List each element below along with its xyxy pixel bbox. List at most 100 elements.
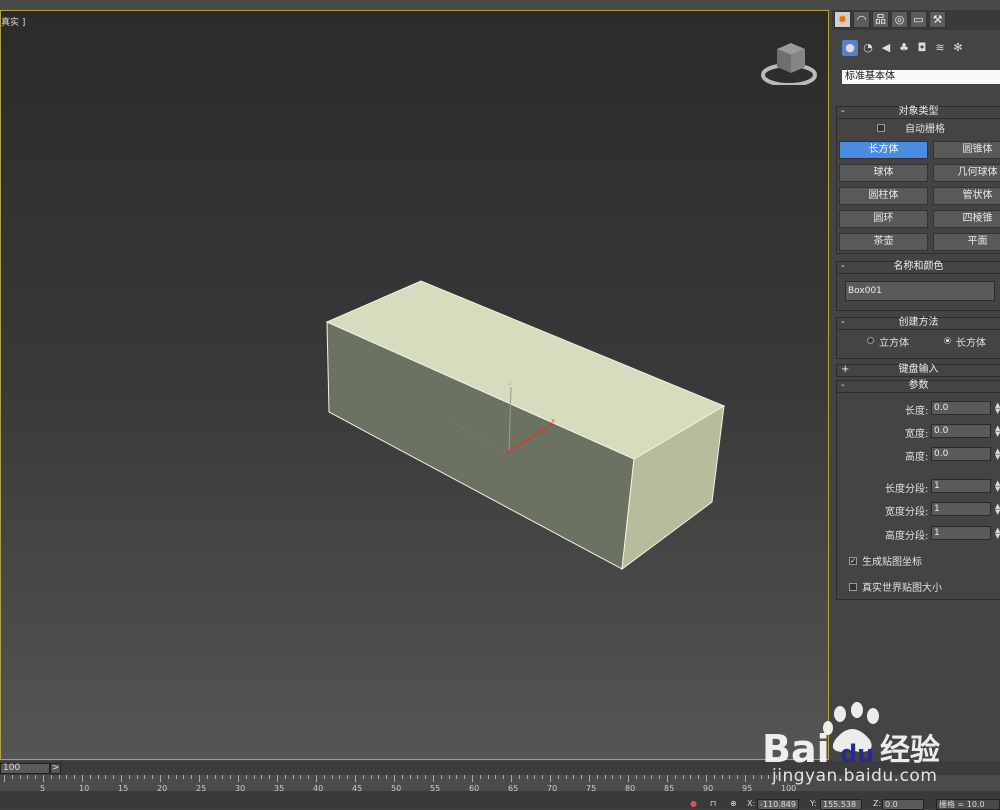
key-icon[interactable]: ● <box>690 799 697 808</box>
ruler-tick <box>737 775 739 779</box>
ruler-tick <box>542 775 544 779</box>
plane-button[interactable]: 平面 <box>933 233 1000 251</box>
ruler-tick <box>604 775 606 779</box>
tab-motion[interactable]: ◎ <box>891 11 908 28</box>
ruler-tick <box>417 775 419 779</box>
gen-mapping-checkbox[interactable]: ✓ <box>849 557 857 565</box>
x-axis-label: x <box>551 417 555 425</box>
ruler-tick <box>659 775 661 779</box>
shapes-icon[interactable]: ◔ <box>860 40 876 56</box>
sphere-button[interactable]: 球体 <box>839 164 928 182</box>
y-coord-field[interactable]: 155.538 <box>820 799 862 810</box>
viewcube[interactable] <box>761 35 821 85</box>
ruler-tick <box>401 775 403 779</box>
object-name-field[interactable]: Box001 <box>845 281 995 301</box>
absolute-mode-icon[interactable]: ⊕ <box>730 799 737 808</box>
length-segs-field[interactable]: 1 <box>931 479 991 493</box>
height-spinner[interactable]: ▲ ▼ <box>995 448 1000 461</box>
time-slider[interactable]: 100 <box>0 763 50 774</box>
height-segs-field[interactable]: 1 <box>931 526 991 540</box>
cameras-icon[interactable]: ♣ <box>896 40 912 56</box>
keyboard-entry-header[interactable]: + 键盘输入 <box>837 365 1000 376</box>
ruler-tick <box>339 775 341 779</box>
teapot-button[interactable]: 茶壶 <box>839 233 928 251</box>
torus-button[interactable]: 圆环 <box>839 210 928 228</box>
spacewarps-icon[interactable]: ≋ <box>932 40 948 56</box>
helpers-icon[interactable]: ◘ <box>914 40 930 56</box>
ruler-tick <box>667 775 668 782</box>
ruler-tick <box>487 775 489 779</box>
ruler-tick <box>448 775 450 779</box>
creation-method-header[interactable]: - 创建方法 <box>837 318 1000 330</box>
ruler-tick <box>682 775 684 779</box>
width-spinner[interactable]: ▲ ▼ <box>995 425 1000 438</box>
z-coord-field[interactable]: 0.0 <box>882 799 924 810</box>
tab-utilities[interactable]: ⚒ <box>929 11 946 28</box>
ruler-tick <box>472 775 473 782</box>
ruler-tick <box>89 775 91 779</box>
ruler-tick <box>222 775 224 779</box>
ruler-tick <box>628 775 629 782</box>
geometry-icon[interactable]: ● <box>842 40 858 56</box>
autogrid-checkbox[interactable] <box>877 124 885 132</box>
real-world-checkbox[interactable] <box>849 583 857 591</box>
next-frame-button[interactable]: > <box>50 763 61 774</box>
cube-radio[interactable] <box>867 337 874 344</box>
name-color-header[interactable]: - 名称和颜色 <box>837 262 1000 274</box>
ruler-tick <box>261 775 263 779</box>
tab-hierarchy[interactable]: 品 <box>872 11 889 28</box>
tab-create[interactable]: ✸ <box>834 11 851 28</box>
cylinder-button[interactable]: 圆柱体 <box>839 187 928 205</box>
width-segs-spinner[interactable]: ▲ ▼ <box>995 503 1000 516</box>
ruler-tick <box>409 775 411 779</box>
length-segs-spinner[interactable]: ▲ ▼ <box>995 480 1000 493</box>
geosphere-button[interactable]: 几何球体 <box>933 164 1000 182</box>
width-segs-label: 宽度分段: <box>885 507 929 518</box>
top-strip <box>0 0 1000 10</box>
width-segs-field[interactable]: 1 <box>931 502 991 516</box>
ruler-tick <box>66 775 68 779</box>
baidu-brand-text: Bai <box>762 727 830 770</box>
ruler-tick <box>729 775 731 779</box>
jingyan-text: 经验 <box>880 733 940 768</box>
box-button[interactable]: 长方体 <box>839 141 928 159</box>
tube-button[interactable]: 管状体 <box>933 187 1000 205</box>
ruler-tick <box>230 775 232 779</box>
length-spinner[interactable]: ▲ ▼ <box>995 402 1000 415</box>
ruler-tick <box>206 775 208 779</box>
pyramid-button[interactable]: 四棱锥 <box>933 210 1000 228</box>
ruler-tick <box>136 775 138 779</box>
cone-button[interactable]: 圆锥体 <box>933 141 1000 159</box>
ruler-tick <box>433 775 434 782</box>
tab-modify[interactable]: ◠ <box>853 11 870 28</box>
ruler-tick <box>355 775 356 782</box>
parameters-rollout: - 参数 长度: 0.0 ▲ ▼ 宽度: 0.0 ▲ ▼ 高度: 0.0 ▲ ▼ 长度分… <box>836 380 1000 600</box>
parameters-header[interactable]: - 参数 <box>837 381 1000 393</box>
perspective-viewport[interactable]: 真实 ] z x <box>0 10 829 760</box>
object-type-header[interactable]: - 对象类型 <box>837 107 1000 119</box>
name-color-rollout: - 名称和颜色 Box001 <box>836 261 1000 311</box>
height-segs-spinner[interactable]: ▲ ▼ <box>995 527 1000 540</box>
box-object[interactable]: z x <box>1 11 829 760</box>
ruler-tick <box>612 775 614 779</box>
height-field[interactable]: 0.0 <box>931 447 991 461</box>
status-bar: ● ⊓ ⊕ X: -110.849 Y: 155.538 Z: 0.0 栅格 =… <box>0 791 1000 810</box>
ruler-tick <box>199 775 200 782</box>
category-dropdown[interactable]: 标准基本体 <box>842 70 1000 84</box>
ruler-tick <box>674 775 676 779</box>
width-field[interactable]: 0.0 <box>931 424 991 438</box>
x-coord-field[interactable]: -110.849 <box>757 799 799 810</box>
ruler-tick <box>581 775 583 779</box>
panel-tabbar: ✸ ◠ 品 ◎ ▭ ⚒ <box>832 10 1000 30</box>
tab-display[interactable]: ▭ <box>910 11 927 28</box>
ruler-tick <box>11 775 13 779</box>
lights-icon[interactable]: ◀ <box>878 40 894 56</box>
length-field[interactable]: 0.0 <box>931 401 991 415</box>
box-radio[interactable] <box>944 337 951 344</box>
ruler-tick <box>378 775 380 779</box>
grid-size-display: 栅格 = 10.0 <box>936 799 1000 810</box>
ruler-tick <box>362 775 364 779</box>
systems-icon[interactable]: ✻ <box>950 40 966 56</box>
ruler-tick <box>479 775 481 779</box>
lock-icon[interactable]: ⊓ <box>710 799 716 808</box>
